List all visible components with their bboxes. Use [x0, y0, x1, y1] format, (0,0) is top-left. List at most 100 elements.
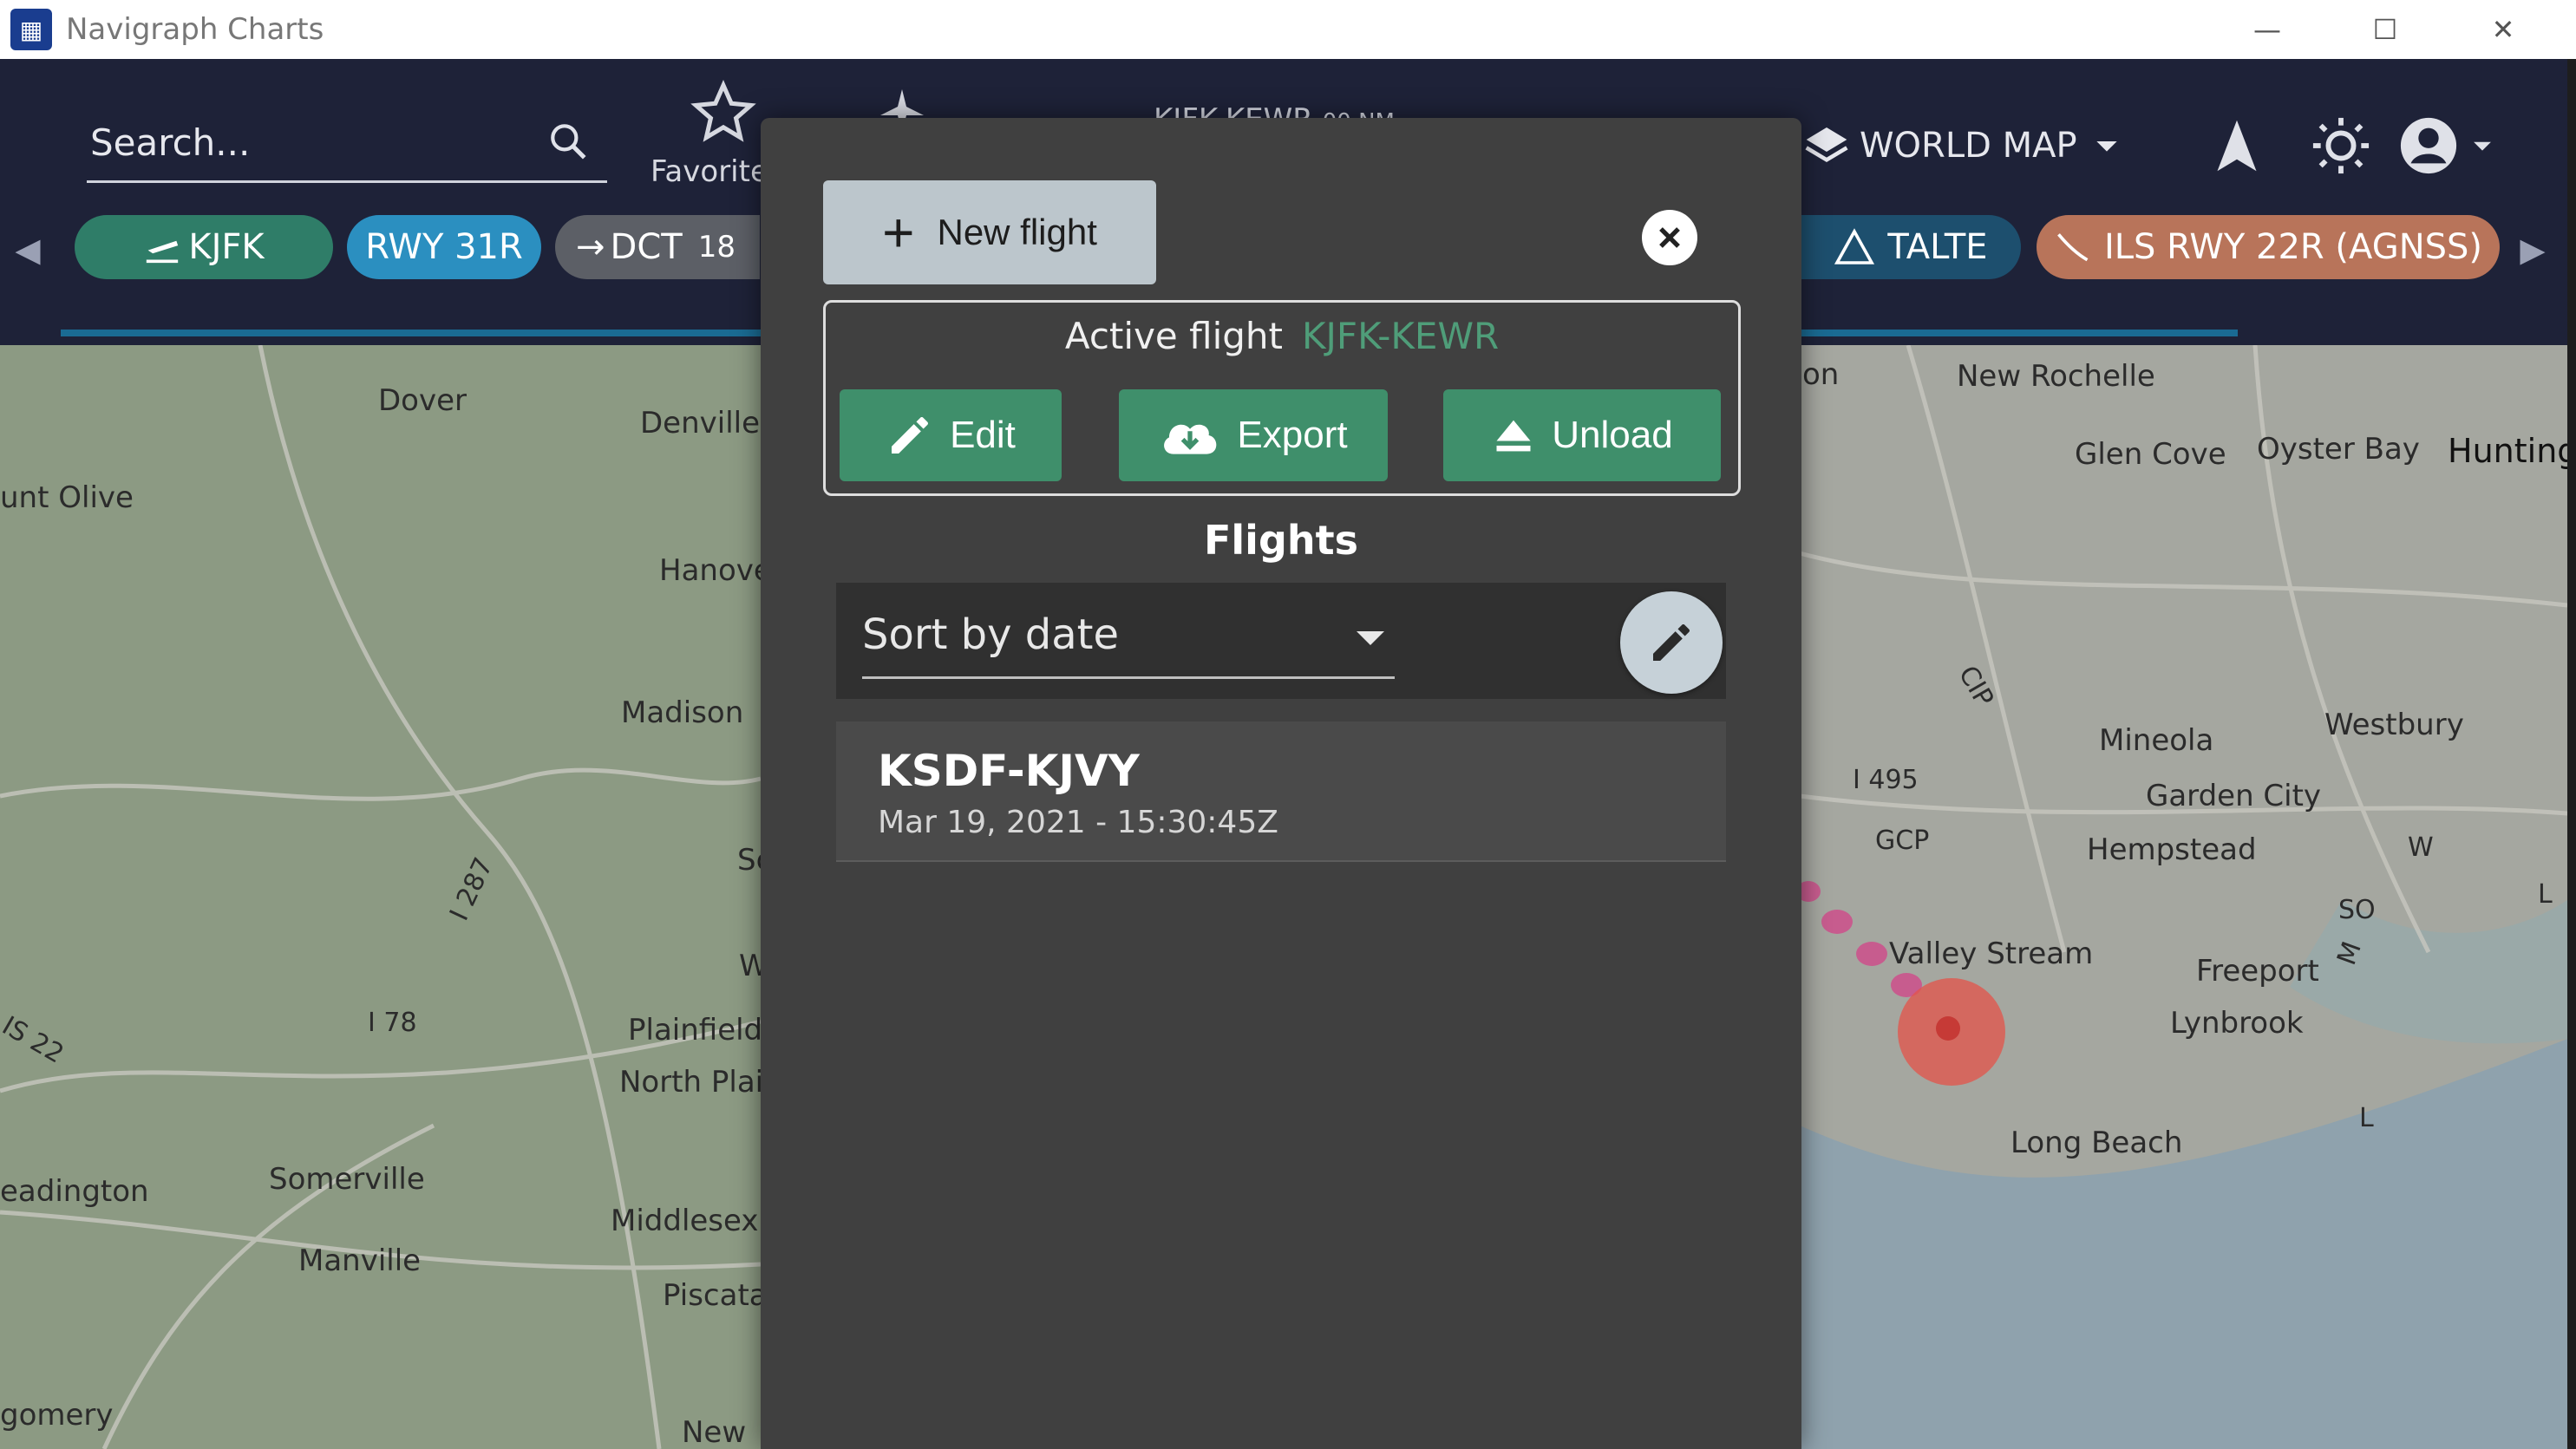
window-right-edge — [2567, 59, 2576, 1449]
edit-label: Edit — [950, 414, 1016, 456]
map-label: Somerville — [269, 1162, 425, 1197]
flights-heading: Flights — [1203, 517, 1358, 564]
map-label: Piscata — [663, 1278, 768, 1313]
map-label: Glen Cove — [2075, 437, 2226, 472]
flights-dialog: + New flight Active flight KJFK-KEWR Edit… — [761, 118, 1801, 1449]
map-label: Westbury — [2324, 708, 2464, 742]
export-label: Export — [1237, 414, 1348, 456]
map-label: Oyster Bay — [2257, 432, 2420, 467]
map-label: Dover — [378, 383, 467, 418]
close-dialog-button[interactable] — [1642, 210, 1697, 265]
flight-route: KSDF-KJVY — [878, 746, 1140, 796]
new-flight-label: New flight — [937, 212, 1097, 252]
cloud-download-icon — [1164, 424, 1217, 454]
window-title: Navigraph Charts — [66, 12, 324, 47]
map-label: unt Olive — [0, 480, 134, 515]
maximize-icon[interactable]: ☐ — [2326, 0, 2444, 59]
account-icon — [2400, 117, 2457, 174]
map-label: Hanove — [659, 553, 772, 588]
pencil-icon — [892, 417, 929, 454]
unload-label: Unload — [1552, 414, 1673, 456]
map-label: North Plai — [619, 1065, 764, 1100]
map-label: Long Beach — [2010, 1126, 2183, 1160]
minimize-icon[interactable]: — — [2208, 0, 2326, 59]
layers-icon — [1805, 127, 1848, 163]
chip-runway[interactable]: RWY 31R — [347, 215, 541, 279]
chip-waypoint[interactable]: TALTE — [1801, 215, 2021, 279]
map-label: Valley Stream — [1889, 937, 2094, 971]
eject-icon — [1496, 420, 1531, 452]
chip-approach-label: ILS RWY 22R (AGNSS) — [2103, 227, 2483, 267]
map-label: Denville — [640, 406, 761, 441]
map-label: Mineola — [2099, 723, 2214, 758]
map-label: Lynbrook — [2170, 1006, 2304, 1041]
navigraph-logo-icon: ▦ — [10, 9, 52, 50]
map-label: New — [682, 1415, 747, 1449]
new-flight-button[interactable]: + New flight — [823, 180, 1156, 284]
map-label: Freeport — [2196, 954, 2319, 989]
map-label: L — [2538, 879, 2553, 910]
map-label: New Rochelle — [1957, 359, 2155, 394]
chip-route-segment[interactable]: → DCT 18 — [555, 215, 760, 279]
sort-select[interactable]: Sort by date — [862, 600, 1395, 679]
flight-date: Mar 19, 2021 - 15:30:45Z — [878, 805, 1278, 840]
map-label: on — [1802, 357, 1840, 392]
arrow-right-icon: → — [576, 227, 605, 267]
takeoff-icon — [147, 240, 179, 264]
map-label: L — [2359, 1103, 2374, 1133]
chip-departure[interactable]: KJFK — [75, 215, 333, 279]
map-label: SO — [2338, 895, 2376, 925]
plus-icon: + — [882, 201, 915, 264]
unload-flight-button[interactable]: Unload — [1443, 389, 1721, 481]
layer-selector[interactable]: WORLD MAP — [1802, 111, 2124, 180]
star-icon — [690, 80, 756, 142]
triangle-icon — [1834, 228, 1875, 264]
brightness-icon[interactable] — [2311, 111, 2371, 180]
flights-toolbar: Sort by date — [836, 583, 1726, 699]
map-label: Manville — [298, 1243, 422, 1278]
approach-icon — [2057, 233, 2089, 262]
active-flight-panel: Active flight KJFK-KEWR Edit Export Unloa… — [823, 300, 1741, 496]
navigation-arrow-icon[interactable] — [2207, 111, 2267, 180]
chevron-down-icon — [2095, 141, 2117, 152]
active-flight-title: Active flight KJFK-KEWR — [1064, 315, 1500, 357]
chip-departure-label: KJFK — [188, 227, 265, 267]
map-label: GCP — [1875, 826, 1930, 856]
map-label: W — [2408, 832, 2434, 863]
flight-list-item[interactable]: KSDF-KJVY Mar 19, 2021 - 15:30:45Z — [836, 721, 1726, 862]
close-window-icon[interactable]: ✕ — [2444, 0, 2562, 59]
map-label: I 78 — [368, 1008, 417, 1038]
map-label: I 495 — [1853, 765, 1919, 795]
layer-label: WORLD MAP — [1860, 126, 2077, 166]
map-label: Middlesex — [611, 1204, 759, 1238]
search-placeholder: Search... — [90, 121, 251, 164]
account-menu-button[interactable] — [2396, 111, 2500, 180]
chips-scroll-left-icon[interactable]: ◀ — [10, 224, 45, 276]
dropdown-caret-icon — [1357, 631, 1384, 645]
chip-waypoint-label: TALTE — [1887, 227, 1988, 267]
map-label: Madison — [621, 695, 744, 730]
map-label: Hempstead — [2087, 832, 2257, 867]
chip-runway-label: RWY 31R — [365, 227, 523, 267]
active-flight-route: KJFK-KEWR — [1301, 315, 1500, 357]
window-title-bar: ▦ Navigraph Charts — ☐ ✕ — [0, 0, 2576, 60]
close-icon — [1659, 227, 1680, 248]
favorites-label: Favorite — [651, 154, 768, 189]
chips-scroll-right-icon[interactable]: ▶ — [2515, 224, 2550, 276]
map-label: Plainfield — [628, 1013, 763, 1048]
search-input[interactable]: Search... — [87, 102, 607, 183]
map-label: Hunting — [2448, 432, 2567, 470]
chip-route-label: DCT — [610, 227, 683, 267]
map-label: Garden City — [2146, 779, 2322, 813]
pencil-icon — [1653, 624, 1690, 661]
sort-selected-value: Sort by date — [862, 610, 1120, 659]
edit-flights-button[interactable] — [1620, 591, 1723, 694]
chevron-down-icon — [2474, 141, 2491, 151]
chip-approach[interactable]: ILS RWY 22R (AGNSS) — [2037, 215, 2500, 279]
map-label: eadington — [0, 1174, 149, 1209]
export-flight-button[interactable]: Export — [1119, 389, 1388, 481]
chip-route-count: 18 — [697, 230, 736, 264]
edit-flight-button[interactable]: Edit — [840, 389, 1062, 481]
search-icon[interactable] — [546, 120, 590, 163]
map-label: gomery — [0, 1398, 114, 1433]
